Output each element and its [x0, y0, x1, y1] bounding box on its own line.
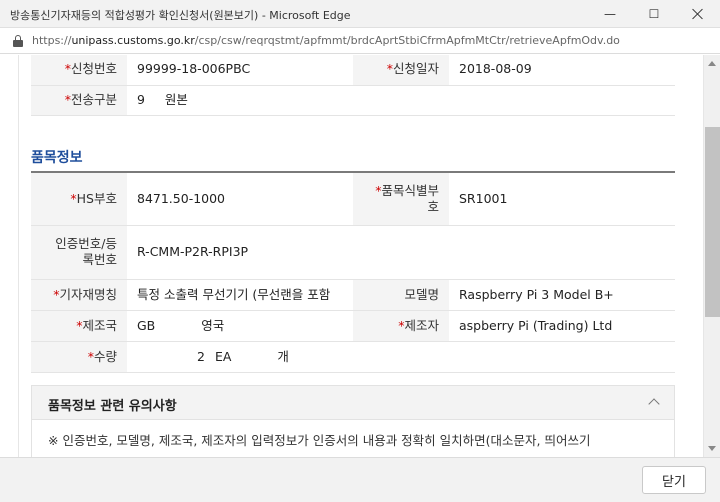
chevron-up-icon[interactable]: [648, 398, 660, 410]
scrollbar-thumb[interactable]: [705, 127, 720, 317]
table-row: *수량 2 EA 개: [31, 341, 675, 373]
country-code: GB: [137, 317, 156, 333]
field-label: 인증번호/등 록번호: [31, 225, 127, 280]
scroll-down-icon[interactable]: [708, 446, 716, 451]
device-name: 특정 소출력 무선기기 (무선랜을 포함: [127, 279, 353, 311]
field-label: *수량: [31, 341, 127, 373]
manufacturer: aspberry Pi (Trading) Ltd: [449, 310, 675, 342]
vertical-scrollbar[interactable]: [703, 55, 720, 457]
url-path: /csp/csw/reqrqstmt/apfmmt/brdcAprtStbiCf…: [194, 34, 620, 47]
table-row: 인증번호/등 록번호 R-CMM-P2R-RPI3P: [31, 225, 675, 280]
quantity-unit-name: 개: [277, 348, 289, 364]
notice-header[interactable]: 품목정보 관련 유의사항: [32, 386, 674, 420]
table-row: *전송구분 9 원본: [31, 85, 675, 116]
notice-title: 품목정보 관련 유의사항: [48, 399, 177, 414]
field-label: *HS부호: [31, 173, 127, 226]
country-name: 영국: [201, 317, 225, 333]
field-label: *제조국: [31, 310, 127, 342]
section-title: 품목정보: [31, 150, 83, 166]
dialog-footer: 닫기: [0, 457, 720, 502]
url-host: unipass.customs.go.kr: [71, 34, 195, 47]
application-number: 99999-18-006PBC: [127, 55, 353, 86]
field-label: 모델명: [353, 279, 449, 311]
window-controls: — ☐: [588, 0, 720, 28]
field-label: *품목식별부 호: [353, 173, 449, 226]
close-icon: [692, 8, 704, 20]
transmission-type: 9 원본: [127, 85, 675, 116]
window-title: 방송통신기자재등의 적합성평가 확인신청서(원본보기) - Microsoft …: [10, 9, 351, 22]
country: GB 영국: [127, 310, 353, 342]
application-date: 2018-08-09: [449, 55, 675, 86]
field-label: *신청일자: [353, 55, 449, 86]
table-row: *신청번호 99999-18-006PBC *신청일자 2018-08-09: [31, 55, 675, 86]
application-info-table: *신청번호 99999-18-006PBC *신청일자 2018-08-09 *…: [31, 55, 675, 116]
table-row: *HS부호 8471.50-1000 *품목식별부 호 SR1001: [31, 173, 675, 226]
url-scheme: https://: [32, 34, 72, 47]
item-id: SR1001: [449, 173, 675, 226]
lock-icon: [13, 35, 23, 47]
window-titlebar: 방송통신기자재등의 적합성평가 확인신청서(원본보기) - Microsoft …: [0, 0, 720, 28]
notice-panel: 품목정보 관련 유의사항 ※ 인증번호, 모델명, 제조국, 제조자의 입력정보…: [31, 385, 675, 457]
notice-text: ※ 인증번호, 모델명, 제조국, 제조자의 입력정보가 인증서의 내용과 정확…: [48, 433, 591, 448]
hs-code: 8471.50-1000: [127, 173, 353, 226]
quantity-unit: EA: [214, 348, 232, 364]
field-label: *전송구분: [31, 85, 127, 116]
scroll-up-icon[interactable]: [708, 61, 716, 66]
close-window-button[interactable]: [676, 0, 720, 28]
item-info-table: *HS부호 8471.50-1000 *품목식별부 호 SR1001 인증번호/등…: [31, 173, 675, 373]
quantity: 2 EA 개: [127, 341, 675, 373]
form-content: *신청번호 99999-18-006PBC *신청일자 2018-08-09 *…: [18, 55, 686, 457]
minimize-button[interactable]: —: [588, 0, 632, 28]
quantity-value: 2: [197, 348, 205, 364]
table-row: *제조국 GB 영국 *제조자 aspberry Pi (Trading) Ltd: [31, 310, 675, 342]
field-label: *기자재명칭: [31, 279, 127, 311]
table-row: *기자재명칭 특정 소출력 무선기기 (무선랜을 포함 모델명 Raspberr…: [31, 279, 675, 311]
model-name: Raspberry Pi 3 Model B+: [449, 279, 675, 311]
field-label: *신청번호: [31, 55, 127, 86]
field-label: *제조자: [353, 310, 449, 342]
maximize-button[interactable]: ☐: [632, 0, 676, 28]
page-viewport: *신청번호 99999-18-006PBC *신청일자 2018-08-09 *…: [0, 55, 720, 457]
cert-number: R-CMM-P2R-RPI3P: [127, 225, 675, 280]
url-text[interactable]: https://unipass.customs.go.kr/csp/csw/re…: [32, 34, 620, 47]
address-bar[interactable]: https://unipass.customs.go.kr/csp/csw/re…: [0, 28, 720, 54]
close-button[interactable]: 닫기: [642, 466, 706, 494]
